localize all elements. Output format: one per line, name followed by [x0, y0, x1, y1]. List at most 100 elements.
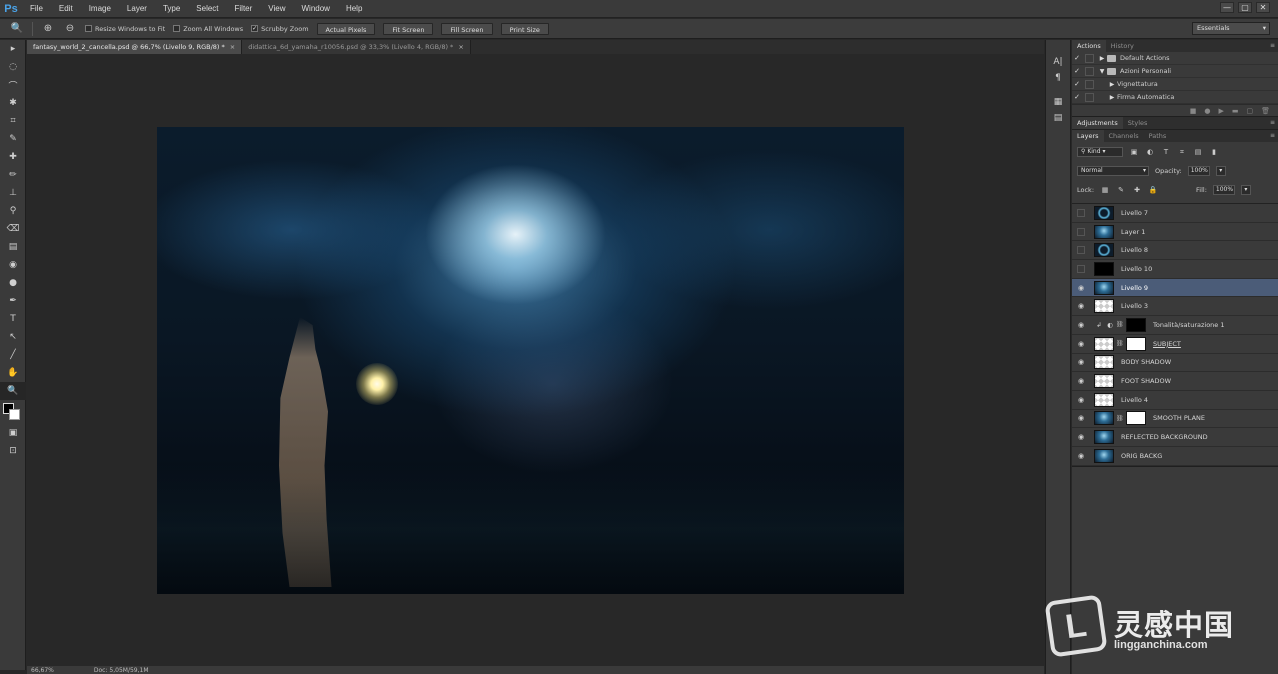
menu-edit[interactable]: Edit [51, 0, 81, 18]
disclosure-triangle-icon[interactable]: ▶ [1107, 94, 1117, 101]
tab-fantasy-world[interactable]: fantasy_world_2_cancella.psd @ 66,7% (Li… [27, 40, 243, 54]
gradient-tool-icon[interactable]: ▤ [0, 238, 26, 256]
disclosure-triangle-icon[interactable]: ▶ [1097, 55, 1107, 62]
kind-filter-select[interactable]: ⚲ Kind ▾ [1077, 147, 1123, 157]
menu-help[interactable]: Help [338, 0, 370, 18]
tab-layers[interactable]: Layers [1072, 130, 1104, 142]
minimize-button[interactable]: — [1220, 2, 1234, 13]
history-brush-tool-icon[interactable]: ⚲ [0, 202, 26, 220]
eye-icon[interactable]: ◉ [1072, 321, 1090, 329]
zoom-in-icon[interactable]: ⊕ [41, 22, 55, 36]
tab-didattica[interactable]: didattica_6d_yamaha_r10056.psd @ 33,3% (… [242, 40, 471, 54]
checkmark-icon[interactable]: ✓ [1072, 93, 1082, 101]
record-icon[interactable]: ● [1204, 107, 1210, 115]
layer-mask-thumbnail[interactable] [1126, 336, 1146, 351]
checkmark-icon[interactable]: ✓ [1072, 54, 1082, 62]
layer-mask-thumbnail[interactable] [1126, 411, 1146, 426]
layer-mask-thumbnail[interactable] [1126, 317, 1146, 332]
visibility-toggle[interactable] [1072, 246, 1090, 255]
checkmark-icon[interactable]: ✓ [1072, 67, 1082, 75]
adjustment-layer-icon[interactable]: ◐ [1104, 321, 1116, 329]
eye-icon[interactable]: ◉ [1072, 358, 1090, 366]
tab-channels[interactable]: Channels [1104, 130, 1144, 142]
layer-thumbnail[interactable] [1094, 448, 1114, 463]
opacity-slider-button[interactable]: ▾ [1215, 166, 1226, 176]
color-swatches[interactable] [0, 400, 25, 424]
layer-thumbnail[interactable] [1094, 299, 1114, 314]
zoom-level[interactable]: 66,67% [31, 667, 54, 674]
menu-layer[interactable]: Layer [119, 0, 155, 18]
panel-menu-icon[interactable]: ≡ [1270, 42, 1275, 49]
maximize-button[interactable]: ▢ [1238, 2, 1252, 13]
resize-windows-checkbox[interactable] [85, 25, 92, 32]
workspace-select[interactable]: Essentials ▾ [1192, 22, 1270, 35]
lock-image-icon[interactable]: ✎ [1116, 185, 1126, 195]
stop-icon[interactable]: ■ [1190, 107, 1197, 115]
layer-thumbnail[interactable] [1094, 261, 1114, 276]
tab-styles[interactable]: Styles [1123, 117, 1153, 129]
visibility-toggle[interactable] [1072, 264, 1090, 273]
layer-thumbnail[interactable] [1094, 355, 1114, 370]
pixel-filter-icon[interactable]: ▣ [1129, 147, 1139, 157]
zoom-all-checkbox[interactable] [173, 25, 181, 32]
menu-view[interactable]: View [260, 0, 293, 18]
menu-file[interactable]: File [22, 0, 51, 18]
action-row[interactable]: ✓ ▶ Vignettatura [1072, 78, 1278, 91]
quick-mask-icon[interactable]: ▣ [0, 424, 26, 442]
new-set-icon[interactable]: ▬ [1232, 107, 1239, 115]
dodge-tool-icon[interactable]: ● [0, 274, 26, 292]
fill-slider-button[interactable]: ▾ [1240, 185, 1251, 195]
layer-row[interactable]: ◉ ORIG BACKG [1072, 447, 1278, 466]
panel-menu-icon[interactable]: ≡ [1270, 132, 1275, 139]
visibility-toggle[interactable] [1072, 227, 1090, 236]
menu-select[interactable]: Select [188, 0, 226, 18]
layer-thumbnail[interactable] [1094, 280, 1114, 295]
layer-row[interactable]: ◉ ↲ ◐ ⛓ Tonalità/saturazione 1 [1072, 316, 1278, 335]
brush-tool-icon[interactable]: ✏ [0, 166, 26, 184]
close-button[interactable]: ✕ [1256, 2, 1270, 13]
info-panel-icon[interactable]: ▤ [1046, 110, 1070, 126]
zoom-tool-icon[interactable]: 🔍 [0, 382, 26, 400]
move-tool-icon[interactable]: ▸ [0, 40, 26, 58]
hand-tool-icon[interactable]: ✋ [0, 364, 26, 382]
adjustment-filter-icon[interactable]: ◐ [1145, 147, 1155, 157]
eye-icon[interactable]: ◉ [1072, 340, 1090, 348]
checkmark-icon[interactable]: ✓ [1072, 80, 1082, 88]
lock-transparency-icon[interactable]: ▦ [1100, 185, 1110, 195]
panel-menu-icon[interactable]: ≡ [1270, 119, 1275, 126]
fit-screen-button[interactable]: Fit Screen [383, 22, 434, 35]
artwork-canvas[interactable] [157, 127, 904, 594]
tab-adjustments[interactable]: Adjustments [1072, 117, 1123, 129]
layer-row[interactable]: ◉ Livello 4 [1072, 391, 1278, 410]
scrubby-zoom-checkbox[interactable]: ✓ [251, 25, 259, 32]
layer-row[interactable]: Livello 10 [1072, 260, 1278, 279]
close-icon[interactable]: × [230, 43, 235, 51]
layer-row[interactable]: Layer 1 [1072, 223, 1278, 242]
eye-icon[interactable]: ◉ [1072, 452, 1090, 460]
layer-thumbnail[interactable] [1094, 224, 1114, 239]
layer-row[interactable]: ◉ REFLECTED BACKGROUND [1072, 428, 1278, 447]
layer-thumbnail[interactable] [1094, 205, 1114, 220]
tab-history[interactable]: History [1106, 40, 1139, 52]
line-tool-icon[interactable]: ╱ [0, 346, 26, 364]
lasso-tool-icon[interactable]: ⌒ [0, 76, 26, 94]
disclosure-triangle-icon[interactable]: ▶ [1107, 81, 1117, 88]
zoom-all-option[interactable]: Zoom All Windows [173, 25, 243, 33]
link-icon[interactable]: ⛓ [1116, 321, 1124, 328]
smartobject-filter-icon[interactable]: ▤ [1193, 147, 1203, 157]
eye-icon[interactable]: ◉ [1072, 396, 1090, 404]
layer-row[interactable]: ◉ Livello 9 [1072, 278, 1278, 298]
layer-row[interactable]: ◉ BODY SHADOW [1072, 354, 1278, 373]
menu-image[interactable]: Image [81, 0, 119, 18]
pen-tool-icon[interactable]: ✒ [0, 292, 26, 310]
print-size-button[interactable]: Print Size [500, 22, 549, 35]
trash-icon[interactable]: 🗑 [1261, 107, 1270, 115]
layer-thumbnail[interactable] [1094, 430, 1114, 445]
canvas-area[interactable] [27, 54, 1044, 666]
layer-thumbnail[interactable] [1094, 411, 1114, 426]
paragraph-panel-icon[interactable]: ¶ [1046, 70, 1070, 86]
disclosure-triangle-icon[interactable]: ▼ [1097, 68, 1107, 75]
layer-row[interactable]: ◉ ⛓ SMOOTH PLANE [1072, 410, 1278, 429]
zoom-tool-icon[interactable]: 🔍 [10, 22, 24, 36]
action-row[interactable]: ✓ ▶ Default Actions [1072, 52, 1278, 65]
